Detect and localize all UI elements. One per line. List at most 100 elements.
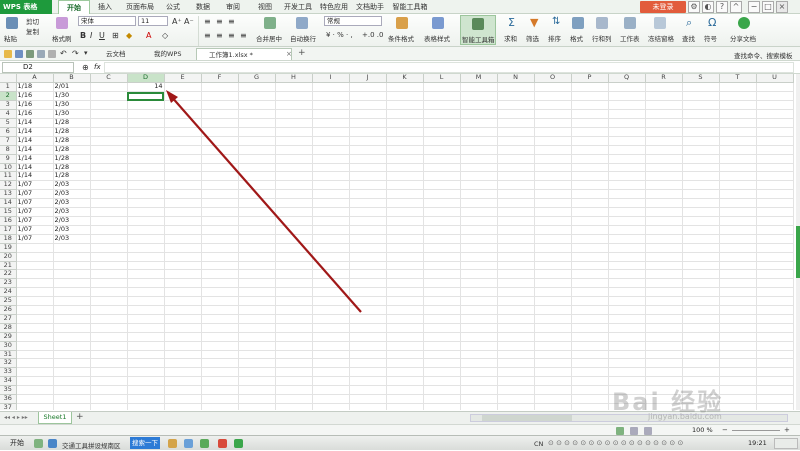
grid-cell[interactable]: [386, 171, 424, 182]
grid-cell[interactable]: [534, 323, 572, 333]
column-header[interactable]: O: [534, 74, 572, 84]
grid-cell[interactable]: [90, 127, 128, 137]
grid-cell[interactable]: [386, 91, 424, 102]
column-header[interactable]: L: [423, 74, 461, 84]
grid-cell[interactable]: [275, 198, 313, 209]
grid-cell[interactable]: [756, 261, 794, 271]
grid-cell[interactable]: [238, 261, 276, 271]
grid-cell[interactable]: [571, 243, 609, 253]
grid-cell[interactable]: [756, 82, 794, 93]
grid-cell[interactable]: [16, 287, 54, 298]
grid-cell[interactable]: [201, 198, 239, 209]
grid-cell[interactable]: [682, 367, 720, 378]
grid-cell[interactable]: [423, 127, 461, 137]
grid-cell[interactable]: [90, 216, 128, 226]
grid-cell[interactable]: [497, 234, 535, 244]
grid-cell[interactable]: [201, 216, 239, 226]
grid-cell[interactable]: [460, 296, 498, 307]
close-icon[interactable]: ×: [776, 1, 788, 13]
grid-cell[interactable]: [497, 243, 535, 253]
zoom-slider[interactable]: [732, 430, 780, 431]
grid-cell[interactable]: [423, 341, 461, 351]
grid-cell[interactable]: [608, 341, 646, 351]
grid-cell[interactable]: [571, 314, 609, 324]
grid-cell[interactable]: [238, 376, 276, 387]
grid-cell[interactable]: [608, 314, 646, 324]
grid-cell[interactable]: [682, 314, 720, 324]
grid-cell[interactable]: [460, 314, 498, 324]
grid-cell[interactable]: [53, 243, 91, 253]
grid-cell[interactable]: [719, 216, 757, 226]
grid-cell[interactable]: [16, 341, 54, 351]
grid-cell[interactable]: [386, 314, 424, 324]
conditional-format-button[interactable]: 条件格式: [388, 33, 414, 43]
grid-cell[interactable]: [534, 278, 572, 289]
grid-cell[interactable]: [238, 394, 276, 405]
grid-cell[interactable]: [16, 323, 54, 333]
grid-cell[interactable]: [349, 403, 387, 410]
grid-cell[interactable]: [719, 323, 757, 333]
grid-cell[interactable]: [386, 216, 424, 226]
grid-cell[interactable]: [312, 243, 350, 253]
grid-cell[interactable]: [423, 207, 461, 217]
grid-cell[interactable]: [349, 278, 387, 289]
grid-cell[interactable]: [386, 296, 424, 307]
grid-cell[interactable]: [127, 261, 165, 271]
row-header[interactable]: 32: [0, 358, 17, 369]
grid-cell[interactable]: [312, 145, 350, 155]
row-header[interactable]: 28: [0, 323, 17, 333]
grid-cell[interactable]: [497, 305, 535, 315]
shrink-font-icon[interactable]: A⁻: [184, 17, 194, 26]
folder-icon[interactable]: [168, 439, 177, 448]
column-header[interactable]: C: [90, 74, 128, 84]
grid-cell[interactable]: [312, 207, 350, 217]
grid-cell[interactable]: [53, 314, 91, 324]
grid-cell[interactable]: [201, 314, 239, 324]
grid-cell[interactable]: [349, 287, 387, 298]
grid-cell[interactable]: 1/14: [16, 154, 54, 164]
grid-cell[interactable]: [386, 358, 424, 369]
grid-cell[interactable]: 2/03: [53, 216, 91, 226]
grid-cell[interactable]: [16, 385, 54, 396]
grid-cell[interactable]: [386, 145, 424, 155]
grid-cell[interactable]: [164, 127, 202, 137]
app-icon[interactable]: [34, 439, 43, 448]
row-header[interactable]: 4: [0, 109, 17, 120]
grid-cell[interactable]: [349, 198, 387, 209]
grid-cell[interactable]: [608, 198, 646, 209]
grid-cell[interactable]: [571, 278, 609, 289]
grid-cell[interactable]: [645, 154, 683, 164]
grid-cell[interactable]: [460, 243, 498, 253]
grid-cell[interactable]: [349, 332, 387, 342]
row-header[interactable]: 15: [0, 207, 17, 217]
grow-font-icon[interactable]: A⁺: [172, 17, 182, 26]
grid-cell[interactable]: [608, 163, 646, 173]
grid-cell[interactable]: [349, 127, 387, 137]
grid-cell[interactable]: [460, 82, 498, 93]
grid-cell[interactable]: [164, 305, 202, 315]
grid-cell[interactable]: [756, 341, 794, 351]
grid-cell[interactable]: [312, 225, 350, 235]
grid-cell[interactable]: [127, 207, 165, 217]
grid-cell[interactable]: [423, 234, 461, 244]
grid-cell[interactable]: [460, 154, 498, 164]
grid-cell[interactable]: [238, 278, 276, 289]
grid-cell[interactable]: [164, 136, 202, 146]
grid-cell[interactable]: [571, 234, 609, 244]
grid-cell[interactable]: [460, 118, 498, 128]
grid-cell[interactable]: [238, 243, 276, 253]
grid-cell[interactable]: [645, 261, 683, 271]
grid-cell[interactable]: [349, 118, 387, 128]
print-icon[interactable]: [26, 50, 34, 58]
grid-cell[interactable]: [312, 332, 350, 342]
grid-cell[interactable]: [571, 82, 609, 93]
grid-cell[interactable]: [534, 82, 572, 93]
format-painter-button[interactable]: 格式刷: [52, 33, 72, 43]
grid-cell[interactable]: [127, 145, 165, 155]
row-header[interactable]: 26: [0, 305, 17, 315]
grid-cell[interactable]: [719, 314, 757, 324]
grid-cell[interactable]: [53, 376, 91, 387]
tab-review[interactable]: 审阅: [220, 0, 246, 14]
grid-cell[interactable]: [90, 91, 128, 102]
fill-color-icon[interactable]: ◆: [126, 31, 132, 40]
